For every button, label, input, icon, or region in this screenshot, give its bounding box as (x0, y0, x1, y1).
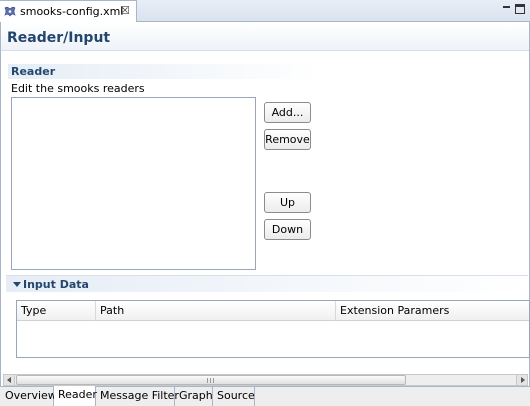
tab-reader[interactable]: Reader (54, 386, 97, 406)
add-reader-button[interactable]: Add... (264, 102, 311, 123)
column-header-extension-parameters[interactable]: Extension Paramers (336, 301, 529, 321)
remove-reader-button[interactable]: Remove (264, 129, 311, 150)
move-up-button[interactable]: Up (264, 192, 311, 213)
input-data-section-header[interactable]: Input Data (6, 275, 528, 292)
table-header: Type Path Extension Paramers (17, 301, 529, 321)
reader-section-header: Reader (8, 64, 321, 79)
scroll-left-arrow-icon[interactable] (4, 375, 15, 385)
readers-list[interactable] (11, 97, 256, 270)
editor-tab-title: smooks-config.xml (20, 5, 124, 18)
column-header-type[interactable]: Type (17, 301, 96, 321)
editor-tab-smooks-config[interactable]: smooks-config.xml ☒ (0, 0, 137, 22)
input-data-section-title: Input Data (23, 278, 89, 291)
tab-graph[interactable]: Graph (175, 387, 213, 406)
tab-overview[interactable]: Overview (1, 387, 57, 406)
scrollbar-thumb[interactable] (16, 375, 406, 385)
collapse-triangle-icon[interactable] (13, 282, 21, 287)
input-data-table[interactable]: Type Path Extension Paramers (16, 300, 530, 358)
tab-message-filter[interactable]: Message Filter (96, 387, 179, 406)
smooks-file-icon (4, 6, 16, 18)
page-title: Reader/Input (7, 30, 111, 46)
close-icon[interactable]: ☒ (120, 4, 130, 17)
form-header: Reader/Input (1, 23, 529, 51)
tab-source[interactable]: Source (213, 387, 255, 406)
column-header-path[interactable]: Path (96, 301, 336, 321)
maximize-icon[interactable] (515, 4, 525, 14)
editor-page-tabs: Overview Reader Message Filter Graph Sou… (0, 386, 530, 406)
minimize-icon[interactable] (502, 4, 512, 14)
scroll-right-arrow-icon[interactable] (516, 375, 527, 385)
move-down-button[interactable]: Down (264, 219, 311, 240)
reader-description: Edit the smooks readers (11, 82, 145, 95)
editor-tab-bar: smooks-config.xml ☒ (0, 0, 530, 22)
horizontal-scrollbar[interactable] (3, 374, 528, 386)
scrollbar-grip (207, 378, 215, 383)
reader-section-title: Reader (11, 65, 56, 78)
